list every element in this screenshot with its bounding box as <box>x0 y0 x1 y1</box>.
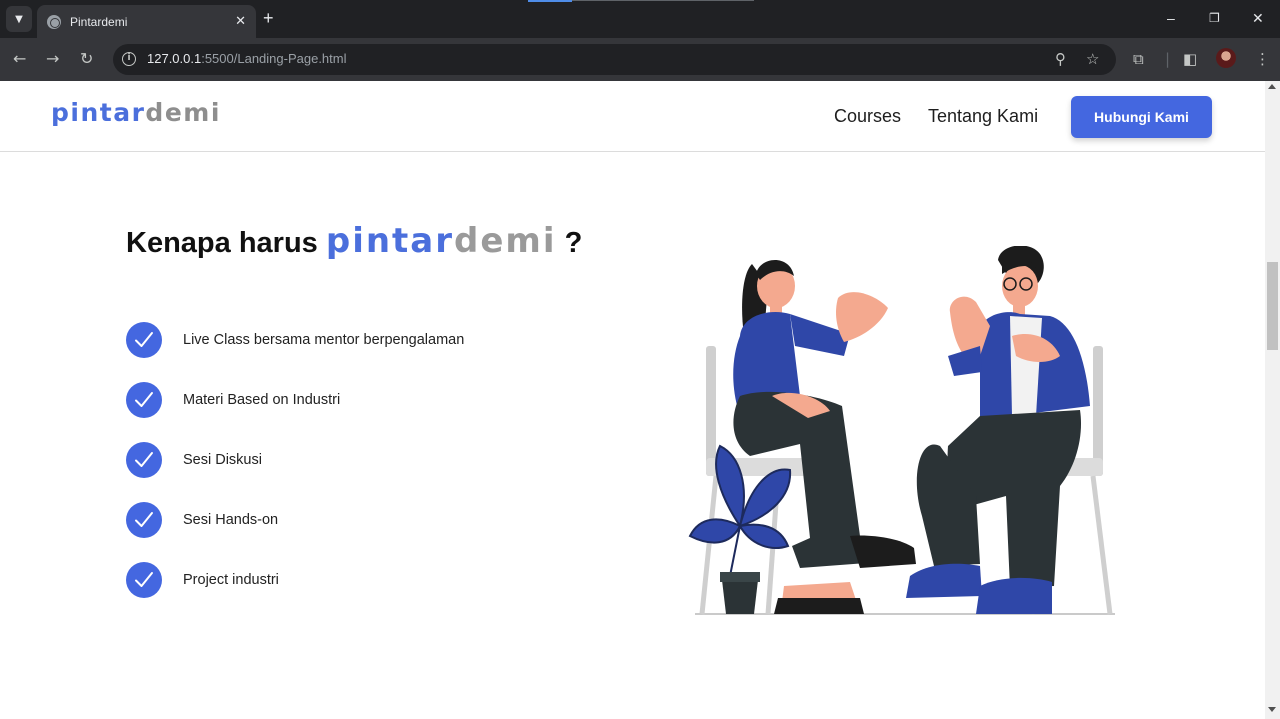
man-figure <box>906 246 1090 614</box>
bookmark-star-icon[interactable]: ☆ <box>1086 50 1099 68</box>
feature-label: Materi Based on Industri <box>183 392 341 408</box>
scroll-down-icon[interactable] <box>1268 707 1276 712</box>
browser-toolbar: ← → ↻ i 127.0.0.1:5500/Landing-Page.html… <box>0 38 1280 81</box>
minimize-icon[interactable]: – <box>1167 10 1175 26</box>
extensions-icon[interactable]: ⧉ <box>1133 50 1144 68</box>
check-icon <box>126 562 162 598</box>
restore-icon[interactable]: ❐ <box>1209 11 1220 25</box>
check-icon <box>126 442 162 478</box>
feature-item: Sesi Diskusi <box>126 442 262 478</box>
feature-item: Live Class bersama mentor berpengalaman <box>126 322 464 358</box>
feature-item: Sesi Hands-on <box>126 502 278 538</box>
feature-label: Sesi Hands-on <box>183 512 279 528</box>
check-icon <box>126 502 162 538</box>
nav-link-courses[interactable]: Courses <box>834 106 901 127</box>
check-icon <box>126 322 162 358</box>
close-icon[interactable]: ✕ <box>235 13 246 29</box>
page-content: pintardemi Courses Tentang Kami Hubungi … <box>0 81 1265 719</box>
woman-figure <box>733 260 916 614</box>
site-navbar: pintardemi Courses Tentang Kami Hubungi … <box>0 81 1265 152</box>
feature-label: Project industri <box>183 572 279 588</box>
url-text[interactable]: 127.0.0.1:5500/Landing-Page.html <box>147 51 347 66</box>
toolbar-divider: | <box>1165 50 1171 68</box>
tab-strip-indicator <box>528 0 572 2</box>
tab-search-button[interactable]: ▼ <box>6 6 32 32</box>
headline-brand: pintardemi <box>325 221 557 261</box>
page-scrollbar[interactable] <box>1265 81 1280 719</box>
browser-tab[interactable]: Pintardemi ✕ <box>37 5 256 38</box>
site-logo[interactable]: pintardemi <box>51 98 221 127</box>
discussion-illustration <box>688 246 1115 615</box>
feature-label: Live Class bersama mentor berpengalaman <box>183 332 465 348</box>
scrollbar-thumb[interactable] <box>1267 262 1278 350</box>
chevron-down-icon: ▼ <box>15 13 23 25</box>
side-panel-icon[interactable]: ◧ <box>1183 50 1197 68</box>
check-icon <box>126 382 162 418</box>
contact-button[interactable]: Hubungi Kami <box>1071 96 1212 138</box>
back-icon[interactable]: ← <box>13 49 26 68</box>
tab-title: Pintardemi <box>70 14 128 29</box>
window-close-icon[interactable]: ✕ <box>1252 10 1264 27</box>
address-bar[interactable]: i 127.0.0.1:5500/Landing-Page.html ⚲ ☆ <box>113 44 1116 75</box>
new-tab-button[interactable]: + <box>263 8 274 29</box>
feature-item: Project industri <box>126 562 279 598</box>
avatar[interactable] <box>1216 48 1236 68</box>
forward-icon[interactable]: → <box>46 49 59 68</box>
zoom-icon[interactable]: ⚲ <box>1055 50 1066 68</box>
reload-icon[interactable]: ↻ <box>80 49 93 68</box>
globe-icon <box>47 14 61 29</box>
browser-tab-bar: ▼ Pintardemi ✕ + – ❐ ✕ <box>0 0 1280 38</box>
nav-link-tentang-kami[interactable]: Tentang Kami <box>928 106 1038 127</box>
feature-label: Sesi Diskusi <box>183 452 262 468</box>
site-info-icon[interactable]: i <box>122 52 136 66</box>
menu-icon[interactable]: ⋮ <box>1255 50 1270 68</box>
feature-item: Materi Based on Industri <box>126 382 340 418</box>
tab-strip-line <box>572 0 754 1</box>
section-headline: Kenapa harus pintardemi ? <box>126 221 583 261</box>
scroll-up-icon[interactable] <box>1268 84 1276 89</box>
